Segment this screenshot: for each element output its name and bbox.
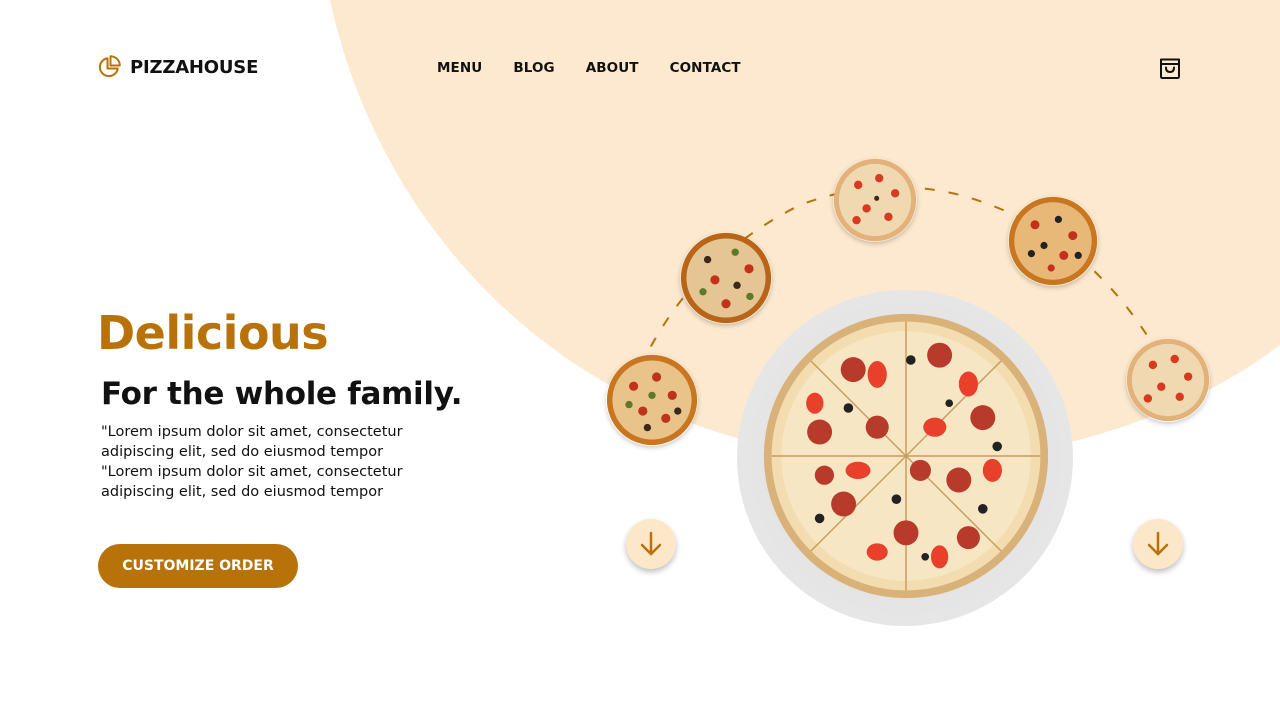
nav-item-contact[interactable]: CONTACT [670,60,741,76]
carousel-right-button[interactable] [1133,519,1183,569]
brand-name: PIZZAHOUSE [130,56,259,78]
hero-subheadline: For the whole family. [101,376,463,412]
hero-headline: Delicious [97,306,329,360]
pizza-image [680,232,772,324]
paragraph-line: "Lorem ipsum dolor sit amet, consectetur [101,424,403,440]
arrow-down-icon [1147,531,1169,556]
nav-item-menu[interactable]: MENU [437,60,482,76]
pizza-image [606,354,698,446]
customize-order-button[interactable]: CUSTOMIZE ORDER [98,544,298,588]
pizza-image [1008,196,1098,286]
hero-paragraph: "Lorem ipsum dolor sit amet, consectetur… [101,422,431,502]
paragraph-line: adipiscing elit, sed do eiusmod tempor [101,484,384,500]
paragraph-line: "Lorem ipsum dolor sit amet, consectetur [101,464,403,480]
pizza-option-3[interactable] [833,158,917,242]
nav-item-about[interactable]: ABOUT [586,60,639,76]
paragraph-line: adipiscing elit, sed do eiusmod tempor [101,444,384,460]
pizza-option-5[interactable] [1126,338,1210,422]
pizza-option-4[interactable] [1008,196,1098,286]
pizza-option-2[interactable] [680,232,772,324]
nav-item-blog[interactable]: BLOG [513,60,554,76]
main-nav: MENU BLOG ABOUT CONTACT [437,60,741,76]
pizza-image [833,158,917,242]
pizza-image [1126,338,1210,422]
arrow-down-icon [640,531,662,556]
main-pizza-image[interactable] [762,312,1050,600]
pie-chart-icon [98,55,121,78]
shopping-bag-icon[interactable] [1157,55,1183,81]
pizza-image [763,313,1049,599]
brand-logo[interactable]: PIZZAHOUSE [97,55,258,79]
pizza-option-1[interactable] [606,354,698,446]
carousel-left-button[interactable] [626,519,676,569]
